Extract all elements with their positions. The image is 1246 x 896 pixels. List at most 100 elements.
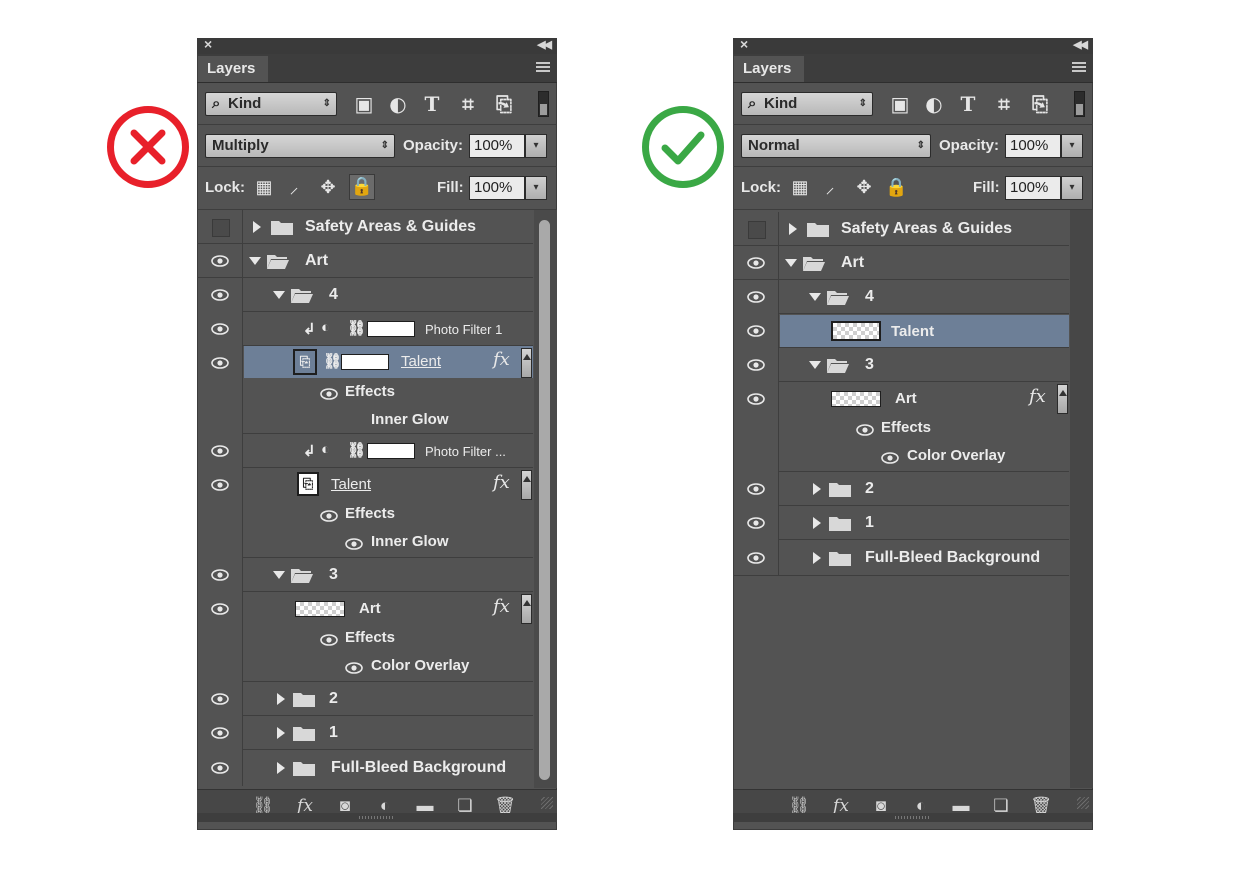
eye-icon[interactable] [747, 552, 765, 564]
smart-object-thumbnail[interactable] [831, 321, 881, 341]
collapse-arrow-icon[interactable] [249, 257, 261, 265]
lock-position-move-icon[interactable]: ✥ [853, 176, 875, 198]
effects-expand-button[interactable] [1057, 384, 1068, 414]
eye-icon[interactable] [211, 727, 229, 739]
eye-icon[interactable] [211, 357, 229, 369]
layer-mask-thumbnail[interactable] [367, 321, 415, 337]
layer-row-full-bleed-background[interactable]: Full-Bleed Background [733, 540, 1069, 576]
filter-shape-icon[interactable]: ⌗ [457, 93, 479, 115]
eye-icon[interactable] [747, 393, 765, 405]
eye-icon[interactable] [211, 255, 229, 267]
fill-field[interactable]: 100% [1005, 176, 1061, 200]
panel-resize-handle[interactable] [197, 813, 557, 822]
layers-scrollbar-track[interactable] [1070, 210, 1093, 788]
eye-icon[interactable] [345, 538, 363, 550]
blend-mode-dropdown[interactable]: Multiply ⇕ [205, 134, 395, 158]
eye-icon[interactable] [747, 325, 765, 337]
lock-all-icon[interactable]: 🔒 [349, 174, 375, 200]
eye-icon[interactable] [345, 662, 363, 674]
layer-mask-thumbnail[interactable] [341, 354, 389, 370]
lock-position-move-icon[interactable]: ✥ [317, 176, 339, 198]
layer-row-group-4[interactable]: 4 [197, 278, 533, 312]
eye-icon[interactable] [856, 424, 874, 436]
layer-row-safety-areas[interactable]: Safety Areas & Guides [197, 210, 533, 244]
eye-icon[interactable] [747, 517, 765, 529]
panel-menu-icon[interactable] [1072, 62, 1086, 73]
eye-icon[interactable] [320, 634, 338, 646]
collapse-icon[interactable]: ◀◀ [537, 38, 552, 51]
eye-icon[interactable] [211, 323, 229, 335]
collapse-arrow-icon[interactable] [785, 259, 797, 267]
lock-image-brush-icon[interactable]: ⸝ [283, 176, 305, 198]
eye-icon[interactable] [211, 569, 229, 581]
layer-row-full-bleed-background[interactable]: Full-Bleed Background [197, 750, 533, 786]
collapse-arrow-icon[interactable] [273, 571, 285, 579]
filter-toggle-switch[interactable] [538, 91, 549, 117]
fx-icon[interactable]: fx [1029, 386, 1046, 407]
eye-icon[interactable] [211, 603, 229, 615]
filter-smartobject-icon[interactable]: ⎘ [493, 93, 515, 115]
eye-icon[interactable] [211, 445, 229, 457]
expand-arrow-icon[interactable] [813, 483, 821, 495]
eye-icon[interactable] [320, 510, 338, 522]
eye-icon[interactable] [211, 762, 229, 774]
filter-type-icon[interactable]: T [957, 93, 979, 115]
collapse-arrow-icon[interactable] [809, 293, 821, 301]
eye-icon[interactable] [747, 359, 765, 371]
layer-row-art[interactable]: Art fx Effects Color Overlay [197, 592, 533, 682]
filter-pixel-icon[interactable]: ▣ [353, 93, 375, 115]
eye-icon[interactable] [211, 479, 229, 491]
fx-icon[interactable]: fx [493, 596, 510, 617]
filter-adjustment-icon[interactable]: ◐ [923, 93, 945, 115]
link-chain-icon[interactable]: ⛓ [323, 352, 342, 370]
layer-row-group-1[interactable]: 1 [197, 716, 533, 750]
layer-row-art-group[interactable]: Art [197, 244, 533, 278]
layer-row-group-1[interactable]: 1 [733, 506, 1069, 540]
layer-row-group-2[interactable]: 2 [733, 472, 1069, 506]
opacity-slider-button[interactable]: ▾ [525, 134, 547, 158]
expand-arrow-icon[interactable] [813, 552, 821, 564]
lock-all-icon[interactable]: 🔒 [885, 176, 907, 198]
layer-thumbnail[interactable] [831, 391, 881, 407]
layer-row-group-4[interactable]: 4 [733, 280, 1069, 314]
lock-image-brush-icon[interactable]: ⸝ [819, 176, 841, 198]
lock-transparent-icon[interactable]: ▦ [253, 176, 275, 198]
layer-row-photo-filter-1[interactable]: ↲ ◐ ⛓ Photo Filter 1 [197, 312, 533, 346]
filter-type-icon[interactable]: T [421, 93, 443, 115]
visibility-toggle-empty[interactable] [748, 221, 766, 239]
expand-arrow-icon[interactable] [253, 221, 261, 233]
close-icon[interactable]: × [740, 36, 748, 52]
close-icon[interactable]: × [204, 36, 212, 52]
eye-icon[interactable] [211, 289, 229, 301]
expand-arrow-icon[interactable] [277, 693, 285, 705]
lock-transparent-icon[interactable]: ▦ [789, 176, 811, 198]
filter-kind-dropdown[interactable]: ⌕ Kind ⇕ [741, 92, 873, 116]
eye-icon[interactable] [747, 483, 765, 495]
link-chain-icon[interactable]: ⛓ [347, 441, 366, 459]
collapse-arrow-icon[interactable] [809, 361, 821, 369]
layer-row-group-2[interactable]: 2 [197, 682, 533, 716]
filter-pixel-icon[interactable]: ▣ [889, 93, 911, 115]
layer-row-group-3[interactable]: 3 [733, 348, 1069, 382]
fx-icon[interactable]: fx [493, 349, 510, 370]
panel-menu-icon[interactable] [536, 62, 550, 73]
layer-thumbnail[interactable] [295, 601, 345, 617]
expand-arrow-icon[interactable] [789, 223, 797, 235]
eye-icon[interactable] [320, 388, 338, 400]
collapse-icon[interactable]: ◀◀ [1073, 38, 1088, 51]
scrollbar-thumb[interactable] [539, 220, 550, 780]
effects-expand-button[interactable] [521, 470, 532, 500]
layer-row-photo-filter-2[interactable]: ↲ ◐ ⛓ Photo Filter ... [197, 434, 533, 468]
tab-layers[interactable]: Layers [734, 56, 804, 82]
eye-icon[interactable] [747, 291, 765, 303]
layer-row-safety-areas[interactable]: Safety Areas & Guides [733, 212, 1069, 246]
layer-row-talent[interactable]: ⎘ Talent fx Effects Inner Glow [197, 468, 533, 558]
tab-layers[interactable]: Layers [198, 56, 268, 82]
filter-shape-icon[interactable]: ⌗ [993, 93, 1015, 115]
fx-icon[interactable]: fx [493, 472, 510, 493]
expand-arrow-icon[interactable] [277, 762, 285, 774]
link-chain-icon[interactable]: ⛓ [347, 319, 366, 337]
layer-row-talent-selected[interactable]: Talent [733, 314, 1069, 348]
expand-arrow-icon[interactable] [277, 727, 285, 739]
layer-row-talent-selected[interactable]: ⎘ ⛓ Talent fx Effects Inner Glow [197, 346, 533, 434]
